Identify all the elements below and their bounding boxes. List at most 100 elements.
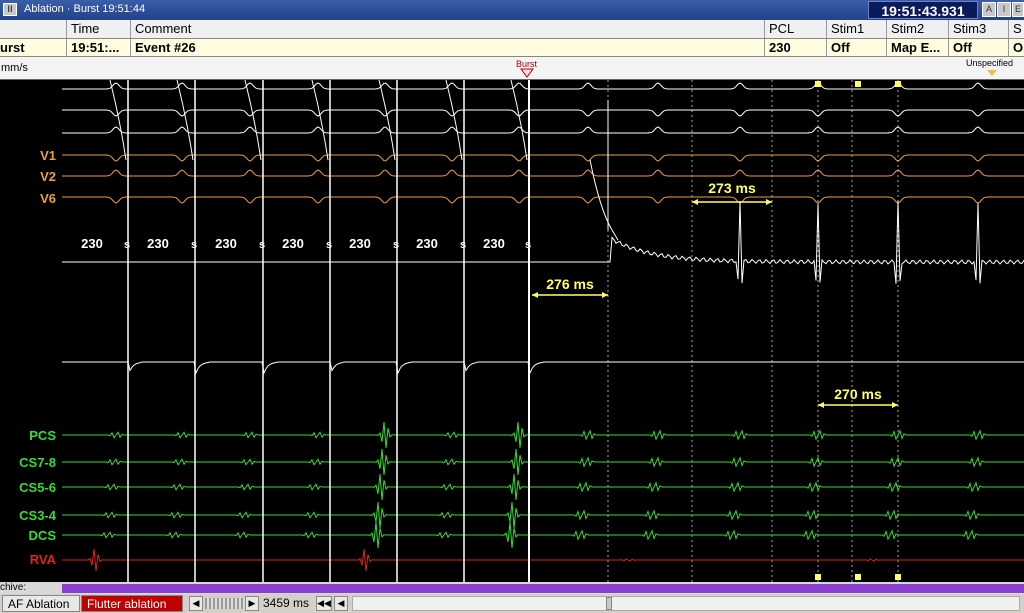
burst-marker-icon[interactable] bbox=[520, 68, 534, 78]
tracing-canvas[interactable]: 230 s 230 s 230 s 230 s 230 s 230 s 230 s 273 ms 276 ms… bbox=[0, 80, 1024, 582]
button-e[interactable]: E bbox=[1012, 2, 1024, 17]
archive-label: chive: bbox=[0, 582, 27, 593]
channel-label-v2: V2 bbox=[40, 169, 56, 184]
caliper-arrow bbox=[692, 199, 698, 205]
trace-iii bbox=[62, 109, 1024, 117]
caliper-handle bbox=[815, 574, 821, 580]
post-pacing-artifact bbox=[589, 159, 619, 241]
status-arrow-icon[interactable] bbox=[986, 69, 998, 77]
trace-cs3-4 bbox=[62, 502, 1024, 528]
pacing-artifact bbox=[510, 80, 528, 161]
col-time[interactable]: Time bbox=[66, 20, 130, 38]
tab-af-ablation[interactable]: AF Ablation bbox=[2, 595, 80, 612]
stim-marker: s bbox=[460, 239, 466, 251]
step-back-button[interactable]: ◀ bbox=[334, 596, 348, 611]
timeline-scroll-thumb[interactable] bbox=[606, 597, 612, 610]
pacing-artifact bbox=[311, 80, 329, 161]
caliper-arrow bbox=[766, 199, 772, 205]
stim-marker: s bbox=[525, 239, 531, 251]
channel-label-dcs: DCS bbox=[28, 528, 56, 543]
tracing-panel[interactable]: 230 s 230 s 230 s 230 s 230 s 230 s 230 s 273 ms 276 ms… bbox=[0, 80, 1024, 582]
col-stim1[interactable]: Stim1 bbox=[826, 20, 886, 38]
caliper-arrow bbox=[892, 402, 898, 408]
trace-i bbox=[62, 82, 1024, 90]
caliper-handle bbox=[855, 574, 861, 580]
col-s[interactable]: S bbox=[1008, 20, 1024, 38]
scroll-right-button[interactable]: ▶ bbox=[245, 596, 259, 611]
trace-cs7-8 bbox=[62, 449, 1024, 475]
stim-interval-label: 230 bbox=[215, 236, 237, 251]
pacing-artifact bbox=[109, 80, 127, 161]
trace-cs5-6 bbox=[62, 474, 1024, 500]
row-stim3: Off bbox=[948, 39, 1008, 56]
trace-avr bbox=[62, 126, 1024, 134]
trace-map-p bbox=[62, 361, 1024, 375]
timeline-scrollbar[interactable] bbox=[352, 596, 1020, 611]
channel-label-cs5-6: CS5-6 bbox=[19, 480, 56, 495]
stim-marker: s bbox=[326, 239, 332, 251]
stim-interval-label: 230 bbox=[147, 236, 169, 251]
tab-flutter-ablation[interactable]: Flutter ablation bbox=[81, 595, 183, 612]
col-comment[interactable]: Comment bbox=[130, 20, 764, 38]
caliper-arrow bbox=[602, 292, 608, 298]
tab-bar: AF Ablation Flutter ablation ◀ ▶ 3459 ms… bbox=[0, 594, 1024, 613]
speed-bar: mm/s Burst Unspecified bbox=[0, 57, 1024, 80]
stim-marker: s bbox=[393, 239, 399, 251]
stim-interval-label: 230 bbox=[282, 236, 304, 251]
event-row[interactable]: urst 19:51:... Event #26 230 Off Map E..… bbox=[0, 39, 1024, 57]
stim-marker: s bbox=[124, 239, 130, 251]
system-menu-icon[interactable]: II bbox=[3, 3, 17, 16]
channel-label-v1: V1 bbox=[40, 148, 56, 163]
trace-pcs bbox=[62, 422, 1024, 448]
caliper-label: 270 ms bbox=[834, 386, 882, 402]
pacing-artifact bbox=[244, 80, 262, 161]
row-stim2: Map E... bbox=[886, 39, 948, 56]
duration-label: 3459 ms bbox=[263, 596, 310, 610]
stim-marker: s bbox=[191, 239, 197, 251]
stim-interval-label: 230 bbox=[483, 236, 505, 251]
channel-label-cs7-8: CS7-8 bbox=[19, 455, 56, 470]
clock-display: 19:51:43.931 bbox=[868, 1, 978, 19]
archive-bar: chive: bbox=[0, 582, 1024, 594]
trace-v1 bbox=[62, 154, 1024, 162]
trace-map bbox=[62, 200, 1024, 284]
channel-label-iii: III bbox=[45, 103, 56, 118]
window-title: Ablation · Burst 19:51:44 bbox=[24, 3, 146, 15]
speed-label: mm/s bbox=[1, 62, 28, 74]
stim-interval-label: 230 bbox=[416, 236, 438, 251]
caliper-arrow bbox=[818, 402, 824, 408]
button-i[interactable]: I bbox=[997, 2, 1011, 17]
stim-marker: s bbox=[259, 239, 265, 251]
row-pcl: 230 bbox=[764, 39, 826, 56]
caliper-arrow bbox=[532, 292, 538, 298]
col-stim3[interactable]: Stim3 bbox=[948, 20, 1008, 38]
channel-label-map: Map bbox=[30, 254, 56, 269]
trace-v2 bbox=[62, 169, 1024, 177]
button-a[interactable]: A bbox=[982, 2, 996, 17]
channel-label-rva: RVA bbox=[29, 552, 56, 567]
caliper-handle bbox=[895, 574, 901, 580]
row-stim1: Off bbox=[826, 39, 886, 56]
scroll-left-button[interactable]: ◀ bbox=[189, 596, 203, 611]
trace-v6 bbox=[62, 196, 1024, 204]
trace-dcs bbox=[62, 522, 1024, 548]
pacing-artifact bbox=[445, 80, 463, 161]
rewind-button[interactable]: ◀◀ bbox=[316, 596, 332, 611]
scroll-thumb[interactable] bbox=[205, 598, 245, 609]
channel-label-pcs: PCS bbox=[29, 428, 56, 443]
col-pcl[interactable]: PCL bbox=[764, 20, 826, 38]
title-bar: II Ablation · Burst 19:51:44 19:51:43.93… bbox=[0, 0, 1024, 20]
stim-interval-label: 230 bbox=[349, 236, 371, 251]
archive-timeline[interactable] bbox=[62, 584, 1024, 593]
stim-interval-label: 230 bbox=[81, 236, 103, 251]
caliper-handle bbox=[895, 81, 901, 87]
col-stim2[interactable]: Stim2 bbox=[886, 20, 948, 38]
channel-label-avr: aVR bbox=[30, 126, 56, 141]
row-comment: Event #26 bbox=[130, 39, 764, 56]
row-type: urst bbox=[0, 40, 25, 55]
status-label: Unspecified bbox=[966, 58, 1014, 68]
caliper-label: 276 ms bbox=[546, 276, 594, 292]
channel-label-map-p: Map P bbox=[17, 354, 56, 369]
row-s: O bbox=[1008, 39, 1024, 56]
pacing-artifact bbox=[176, 80, 194, 161]
